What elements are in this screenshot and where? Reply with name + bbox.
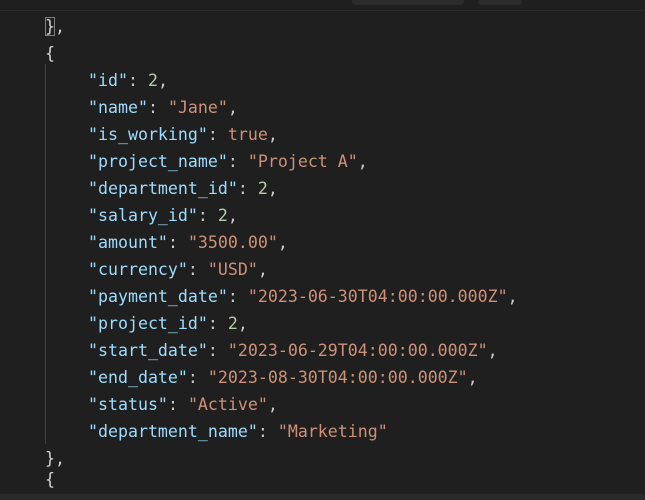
- code-line[interactable]: "salary_id": 2,: [0, 202, 645, 229]
- colon: :: [207, 125, 218, 144]
- json-value: "Project A": [247, 152, 358, 171]
- code-editor[interactable]: }, { "id": 2, "name": "Jane", "is_workin…: [0, 0, 645, 500]
- json-key: "currency": [88, 260, 188, 279]
- json-value: "2023-06-29T04:00:00.000Z": [227, 341, 488, 360]
- code-line[interactable]: },: [0, 445, 645, 472]
- json-value: "3500.00": [187, 233, 278, 252]
- comma: ,: [277, 233, 288, 252]
- colon: :: [197, 206, 208, 225]
- colon: :: [237, 179, 248, 198]
- code-line[interactable]: "end_date": "2023-08-30T04:00:00.000Z",: [0, 364, 645, 391]
- code-area[interactable]: }, { "id": 2, "name": "Jane", "is_workin…: [0, 13, 645, 472]
- json-value: 2: [227, 314, 238, 333]
- editor-top-bar: [0, 0, 645, 11]
- json-key: "start_date": [88, 341, 208, 360]
- json-key: "payment_date": [88, 287, 228, 306]
- comma: ,: [157, 71, 168, 90]
- code-line-partial[interactable]: {: [45, 472, 55, 488]
- code-line[interactable]: "is_working": true,: [0, 121, 645, 148]
- json-value: "Marketing": [277, 422, 388, 441]
- colon: :: [147, 98, 158, 117]
- tab-stub[interactable]: [478, 0, 522, 5]
- json-key: "end_date": [88, 368, 188, 387]
- code-line[interactable]: {: [0, 40, 645, 67]
- json-key: "salary_id": [88, 206, 198, 225]
- json-value: "2023-08-30T04:00:00.000Z": [207, 368, 468, 387]
- code-line[interactable]: "status": "Active",: [0, 391, 645, 418]
- colon: :: [227, 287, 238, 306]
- comma: ,: [237, 314, 248, 333]
- comma: ,: [227, 206, 238, 225]
- colon: :: [227, 152, 238, 171]
- tab-stub[interactable]: [352, 0, 464, 5]
- colon: :: [167, 395, 178, 414]
- comma: ,: [487, 341, 498, 360]
- colon: :: [207, 341, 218, 360]
- code-line[interactable]: "department_id": 2,: [0, 175, 645, 202]
- code-line[interactable]: },: [0, 13, 645, 40]
- comma: ,: [507, 287, 518, 306]
- json-key: "id": [88, 71, 128, 90]
- json-key: "department_name": [88, 422, 258, 441]
- json-value: "Active": [187, 395, 268, 414]
- code-line[interactable]: "project_name": "Project A",: [0, 148, 645, 175]
- json-key: "is_working": [88, 125, 208, 144]
- json-key: "status": [88, 395, 168, 414]
- json-value: true: [227, 125, 268, 144]
- closing-brace: }: [45, 17, 55, 36]
- colon: :: [207, 314, 218, 333]
- code-line[interactable]: "currency": "USD",: [0, 256, 645, 283]
- opening-brace: {: [45, 44, 55, 63]
- comma: ,: [267, 395, 278, 414]
- json-key: "department_id": [88, 179, 238, 198]
- comma: ,: [357, 152, 368, 171]
- colon: :: [167, 233, 178, 252]
- colon: :: [257, 422, 268, 441]
- code-line[interactable]: "start_date": "2023-06-29T04:00:00.000Z"…: [0, 337, 645, 364]
- comma: ,: [467, 368, 478, 387]
- json-value: 2: [147, 71, 158, 90]
- json-value: "2023-06-30T04:00:00.000Z": [247, 287, 508, 306]
- json-value: 2: [217, 206, 228, 225]
- code-line[interactable]: "name": "Jane",: [0, 94, 645, 121]
- code-line[interactable]: "id": 2,: [0, 67, 645, 94]
- comma: ,: [55, 17, 65, 36]
- code-line[interactable]: "payment_date": "2023-06-30T04:00:00.000…: [0, 283, 645, 310]
- code-line[interactable]: "project_id": 2,: [0, 310, 645, 337]
- json-key: "name": [88, 98, 148, 117]
- colon: :: [187, 260, 198, 279]
- comma: ,: [267, 179, 278, 198]
- opening-brace: {: [45, 472, 55, 488]
- code-line[interactable]: "amount": "3500.00",: [0, 229, 645, 256]
- comma: ,: [257, 260, 268, 279]
- colon: :: [127, 71, 138, 90]
- json-key: "project_id": [88, 314, 208, 333]
- comma: ,: [55, 449, 65, 468]
- json-value: "Jane": [167, 98, 228, 117]
- comma: ,: [227, 98, 238, 117]
- colon: :: [187, 368, 198, 387]
- json-key: "project_name": [88, 152, 228, 171]
- code-line[interactable]: "department_name": "Marketing": [0, 418, 645, 445]
- json-value: "USD": [207, 260, 258, 279]
- comma: ,: [267, 125, 278, 144]
- json-key: "amount": [88, 233, 168, 252]
- horizontal-scrollbar[interactable]: [0, 494, 645, 500]
- closing-brace: }: [45, 449, 55, 468]
- json-value: 2: [257, 179, 268, 198]
